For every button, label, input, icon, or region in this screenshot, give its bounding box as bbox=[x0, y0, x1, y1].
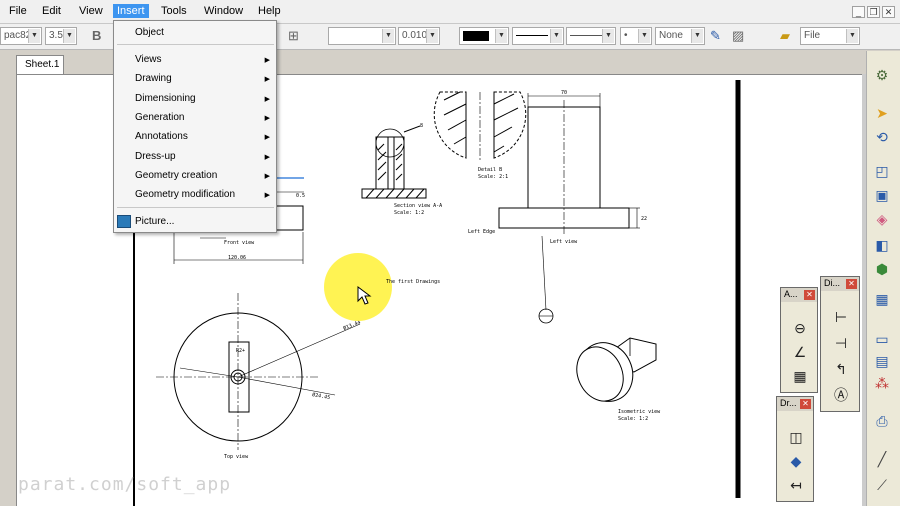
angle-icon[interactable]: ∠ bbox=[789, 342, 811, 362]
submenu-arrow-icon: ▶ bbox=[264, 57, 270, 64]
submenu-arrow-icon: ▶ bbox=[264, 96, 270, 103]
top-view[interactable] bbox=[156, 293, 361, 450]
detail-scale-label: Scale: 2:1 bbox=[478, 174, 508, 180]
menu-item-dress-up[interactable]: Dress-up bbox=[135, 151, 176, 162]
detail-view[interactable] bbox=[433, 91, 527, 162]
dim-top-label: 70 bbox=[561, 90, 567, 96]
submenu-arrow-icon: ▶ bbox=[264, 192, 270, 199]
select-icon[interactable]: ➤ bbox=[872, 104, 892, 122]
table-icon[interactable]: ▤ bbox=[872, 352, 892, 370]
dim-a-label: 8 bbox=[420, 123, 423, 129]
dim-front-label: 120.06 bbox=[228, 255, 246, 261]
print-icon[interactable]: ⎙ bbox=[872, 412, 892, 430]
generate-icon[interactable]: ⬢ bbox=[872, 260, 892, 278]
projection-icon[interactable]: ◧ bbox=[872, 236, 892, 254]
isometric-scale-label: Scale: 1:2 bbox=[618, 416, 648, 422]
new-view-icon[interactable]: ◰ bbox=[872, 162, 892, 180]
frame-icon[interactable]: ▣ bbox=[872, 186, 892, 204]
isometric-view[interactable] bbox=[568, 334, 657, 410]
restore-icon[interactable]: ❐ bbox=[867, 6, 880, 18]
left-edge-label: Left Edge bbox=[468, 229, 495, 235]
menu-separator bbox=[117, 207, 274, 208]
close-icon[interactable]: ✕ bbox=[846, 279, 857, 289]
arrow-icon[interactable]: ↤ bbox=[785, 475, 807, 495]
dress-up-palette[interactable]: Dr... ✕ ◫ ◆ ↤ bbox=[776, 396, 814, 502]
update-icon[interactable]: ⟲ bbox=[872, 128, 892, 146]
menu-item-object[interactable]: Object bbox=[135, 27, 164, 38]
dim-r-label: R2+ bbox=[236, 348, 245, 354]
menu-separator bbox=[117, 44, 274, 45]
dimensioning-palette[interactable]: Di... ✕ ⊢ ⊣ ↰ Ⓐ bbox=[820, 276, 860, 412]
text-annotation-icon[interactable]: Ⓐ bbox=[830, 385, 852, 405]
leader-icon[interactable]: ↰ bbox=[830, 359, 852, 379]
axis-icon[interactable]: ◫ bbox=[785, 427, 807, 447]
grid-view-icon[interactable]: ▦ bbox=[872, 290, 892, 308]
front-view-label: Front view bbox=[224, 240, 255, 246]
top-view-label: Top view bbox=[224, 454, 249, 460]
menu-item-dimensioning[interactable]: Dimensioning bbox=[135, 93, 196, 104]
rectangle-icon[interactable]: ▭ bbox=[872, 330, 892, 348]
menu-item-generation[interactable]: Generation bbox=[135, 112, 184, 123]
submenu-arrow-icon: ▶ bbox=[264, 115, 270, 122]
submenu-arrow-icon: ▶ bbox=[264, 154, 270, 161]
close-icon[interactable]: ✕ bbox=[800, 399, 811, 409]
workbench-icon[interactable]: ⚙ bbox=[872, 66, 892, 84]
section-view-label: Section view A-A bbox=[394, 203, 442, 209]
menu-item-views[interactable]: Views bbox=[135, 54, 162, 65]
isometric-label: Isometric view bbox=[618, 409, 661, 415]
left-view-label: Left view bbox=[550, 239, 578, 245]
tool-icon[interactable]: ╱ bbox=[872, 450, 892, 468]
submenu-arrow-icon: ▶ bbox=[264, 76, 270, 83]
dim-diam2-label: Ø24.45 bbox=[312, 391, 331, 401]
section-scale-label: Scale: 1:2 bbox=[394, 210, 424, 216]
left-view[interactable] bbox=[498, 93, 640, 324]
dim-right-label: 22 bbox=[641, 216, 647, 222]
area-fill-icon[interactable]: ◆ bbox=[785, 451, 807, 471]
points-icon[interactable]: ⁂ bbox=[872, 374, 892, 392]
close-icon[interactable]: ✕ bbox=[882, 6, 895, 18]
detail-label: Detail B bbox=[478, 167, 502, 173]
close-icon[interactable]: ✕ bbox=[804, 290, 815, 300]
submenu-arrow-icon: ▶ bbox=[264, 134, 270, 141]
color-icon[interactable]: ◈ bbox=[872, 210, 892, 228]
section-view[interactable] bbox=[361, 125, 427, 199]
line-tool-icon[interactable]: ⟋ bbox=[872, 476, 892, 494]
submenu-arrow-icon: ▶ bbox=[264, 173, 270, 180]
annotations-palette[interactable]: A... ✕ ⊖ ∠ ▦ bbox=[780, 287, 818, 393]
menu-item-picture[interactable]: Picture... bbox=[135, 216, 174, 227]
table-grid-icon[interactable]: ▦ bbox=[789, 366, 811, 386]
watermark-text: parat.com/soft_app bbox=[18, 474, 232, 495]
dim-small-label: 0.5 bbox=[296, 193, 305, 199]
mouse-pointer-icon bbox=[357, 286, 372, 305]
picture-icon bbox=[117, 215, 131, 228]
dimension-icon[interactable]: ⊢ bbox=[830, 307, 852, 327]
circle-center-icon[interactable]: ⊖ bbox=[789, 318, 811, 338]
first-drawings-label: The first Drawings bbox=[386, 279, 441, 285]
menu-item-drawing[interactable]: Drawing bbox=[135, 73, 172, 84]
insert-menu-dropdown[interactable]: Object Views ▶ Drawing ▶ Dimensioning ▶ … bbox=[113, 20, 277, 233]
chained-dimension-icon[interactable]: ⊣ bbox=[830, 333, 852, 353]
menu-item-annotations[interactable]: Annotations bbox=[135, 131, 188, 142]
menu-item-geometry-creation[interactable]: Geometry creation bbox=[135, 170, 217, 181]
menu-item-geometry-modification[interactable]: Geometry modification bbox=[135, 189, 235, 200]
